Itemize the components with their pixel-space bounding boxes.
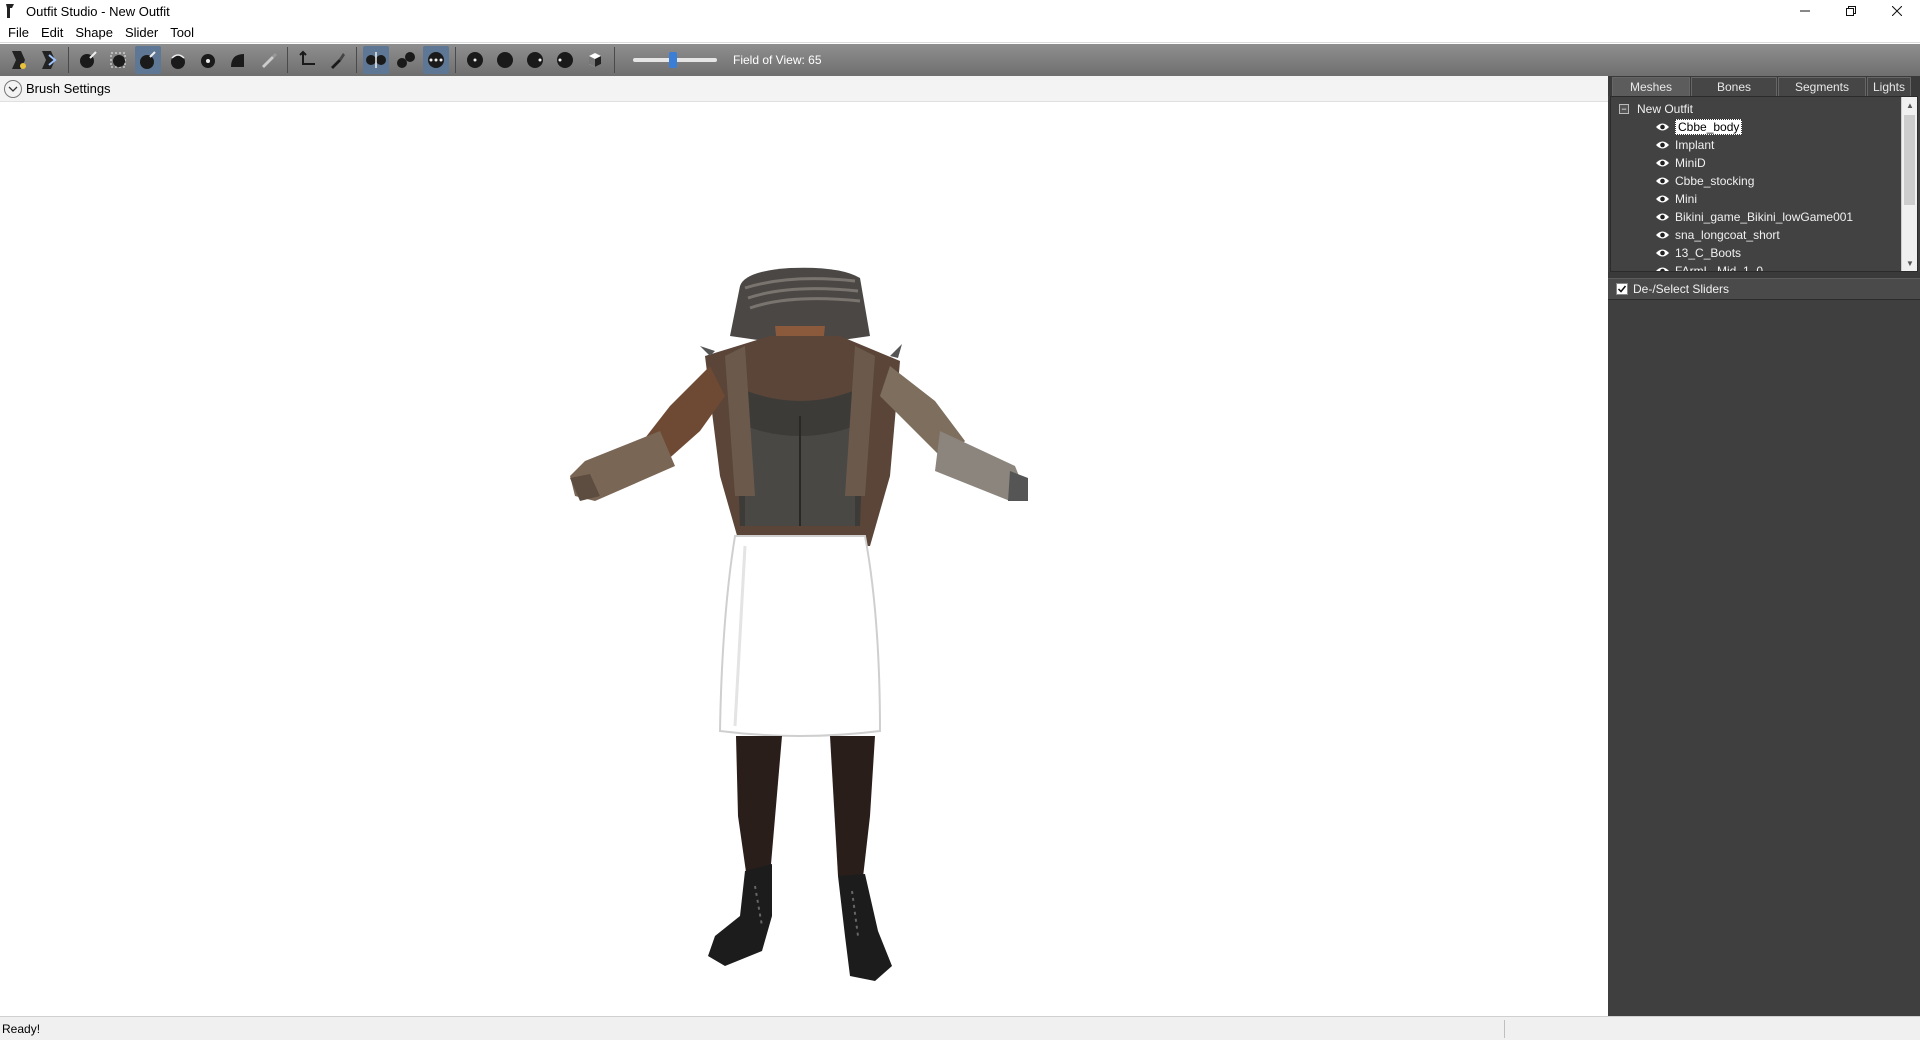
view-left-icon[interactable] xyxy=(522,46,548,74)
eye-icon[interactable] xyxy=(1655,266,1671,271)
toolbar-separator xyxy=(68,47,69,73)
view-front-icon[interactable] xyxy=(462,46,488,74)
fov-label: Field of View: 65 xyxy=(733,53,822,67)
fov-slider-thumb[interactable] xyxy=(669,52,677,68)
restore-button[interactable] xyxy=(1828,0,1874,22)
deflate-brush-icon[interactable] xyxy=(135,46,161,74)
mesh-item[interactable]: MiniD xyxy=(1611,154,1917,172)
mesh-item[interactable]: Cbbe_stocking xyxy=(1611,172,1917,190)
mesh-tree: − New Outfit Cbbe_body Implant MiniD Cbbe_s… xyxy=(1610,96,1918,272)
pivot-icon[interactable] xyxy=(294,46,320,74)
mesh-item[interactable]: 13_C_Boots xyxy=(1611,244,1917,262)
eye-icon[interactable] xyxy=(1655,122,1671,133)
status-bar: Ready! xyxy=(0,1016,1920,1040)
smooth-brush-icon[interactable] xyxy=(195,46,221,74)
tab-segments[interactable]: Segments xyxy=(1778,77,1866,96)
connected-only-icon[interactable] xyxy=(393,46,419,74)
eye-icon[interactable] xyxy=(1655,212,1671,223)
tree-root[interactable]: − New Outfit xyxy=(1611,100,1917,118)
view-back-icon[interactable] xyxy=(492,46,518,74)
mesh-item[interactable]: FArmL_Mid_1_0 xyxy=(1611,262,1917,272)
mesh-item[interactable]: Implant xyxy=(1611,136,1917,154)
panel-tabs: Meshes Bones Segments Lights xyxy=(1608,76,1920,96)
transform-tool-icon[interactable] xyxy=(36,46,62,74)
outfit-model[interactable] xyxy=(540,196,1120,1056)
brush-settings-header[interactable]: Brush Settings xyxy=(0,76,1608,102)
x-mirror-icon[interactable] xyxy=(363,46,389,74)
global-brush-collision-icon[interactable] xyxy=(423,46,449,74)
minimize-button[interactable] xyxy=(1782,0,1828,22)
mesh-name: Cbbe_stocking xyxy=(1675,174,1755,188)
mesh-item[interactable]: Mini xyxy=(1611,190,1917,208)
title-bar: Outfit Studio - New Outfit xyxy=(0,0,1920,22)
right-panel: Meshes Bones Segments Lights − New Outfi… xyxy=(1608,76,1920,1016)
mesh-name: sna_longcoat_short xyxy=(1675,228,1780,242)
status-text: Ready! xyxy=(2,1021,41,1036)
mesh-name: Cbbe_body xyxy=(1675,119,1743,135)
3d-viewport[interactable]: Brush Settings xyxy=(0,76,1608,1016)
select-tool-icon[interactable] xyxy=(6,46,32,74)
tab-lights[interactable]: Lights xyxy=(1867,77,1911,96)
menu-file[interactable]: File xyxy=(2,22,35,43)
eye-icon[interactable] xyxy=(1655,248,1671,259)
mesh-list: Cbbe_body Implant MiniD Cbbe_stocking Mini Bi… xyxy=(1611,118,1917,272)
eye-icon[interactable] xyxy=(1655,176,1671,187)
scrollbar-thumb[interactable] xyxy=(1904,115,1915,205)
mask-brush-icon[interactable] xyxy=(75,46,101,74)
mesh-name: Bikini_game_Bikini_lowGame001 xyxy=(1675,210,1854,224)
fov-slider[interactable] xyxy=(633,52,717,68)
mesh-name: FArmL_Mid_1_0 xyxy=(1675,264,1764,272)
select-sliders-checkbox[interactable] xyxy=(1616,283,1628,295)
tree-scrollbar[interactable]: ▲ ▼ xyxy=(1901,97,1917,271)
window-title: Outfit Studio - New Outfit xyxy=(26,3,170,19)
tab-meshes[interactable]: Meshes xyxy=(1612,77,1690,96)
mesh-name: Implant xyxy=(1675,138,1715,152)
toolbar-separator xyxy=(356,47,357,73)
menu-tool[interactable]: Tool xyxy=(164,22,200,43)
eye-icon[interactable] xyxy=(1655,140,1671,151)
collapse-icon[interactable]: − xyxy=(1619,104,1629,114)
menu-bar: File Edit Shape Slider Tool xyxy=(0,22,1920,43)
mesh-name: 13_C_Boots xyxy=(1675,246,1742,260)
menu-slider[interactable]: Slider xyxy=(119,22,164,43)
undiff-brush-icon[interactable] xyxy=(225,46,251,74)
scroll-up-icon[interactable]: ▲ xyxy=(1902,97,1917,113)
tree-root-label: New Outfit xyxy=(1637,102,1694,116)
eye-icon[interactable] xyxy=(1655,158,1671,169)
close-button[interactable] xyxy=(1874,0,1920,22)
sliders-header: De-/Select Sliders xyxy=(1608,278,1920,300)
app-icon xyxy=(4,2,20,20)
eye-icon[interactable] xyxy=(1655,230,1671,241)
window-controls xyxy=(1782,0,1920,22)
brush-settings-label: Brush Settings xyxy=(26,81,111,96)
toolbar-separator xyxy=(287,47,288,73)
sliders-label: De-/Select Sliders xyxy=(1633,282,1730,296)
menu-shape[interactable]: Shape xyxy=(69,22,119,43)
move-brush-icon[interactable] xyxy=(165,46,191,74)
status-separator xyxy=(1504,1019,1505,1038)
perspective-icon[interactable] xyxy=(582,46,608,74)
color-brush-icon[interactable] xyxy=(324,46,350,74)
inflate-brush-icon[interactable] xyxy=(105,46,131,74)
toolbar: Field of View: 65 xyxy=(0,44,1920,76)
eye-icon[interactable] xyxy=(1655,194,1671,205)
menu-edit[interactable]: Edit xyxy=(35,22,69,43)
mesh-item[interactable]: sna_longcoat_short xyxy=(1611,226,1917,244)
view-right-icon[interactable] xyxy=(552,46,578,74)
toolbar-separator xyxy=(455,47,456,73)
tab-bones[interactable]: Bones xyxy=(1691,77,1777,96)
mesh-item[interactable]: Cbbe_body xyxy=(1611,118,1917,136)
mesh-item[interactable]: Bikini_game_Bikini_lowGame001 xyxy=(1611,208,1917,226)
mesh-name: MiniD xyxy=(1675,156,1706,170)
mesh-name: Mini xyxy=(1675,192,1698,206)
weight-brush-icon[interactable] xyxy=(255,46,281,74)
toolbar-separator xyxy=(614,47,615,73)
chevron-down-icon[interactable] xyxy=(4,79,22,98)
scroll-down-icon[interactable]: ▼ xyxy=(1902,255,1917,271)
